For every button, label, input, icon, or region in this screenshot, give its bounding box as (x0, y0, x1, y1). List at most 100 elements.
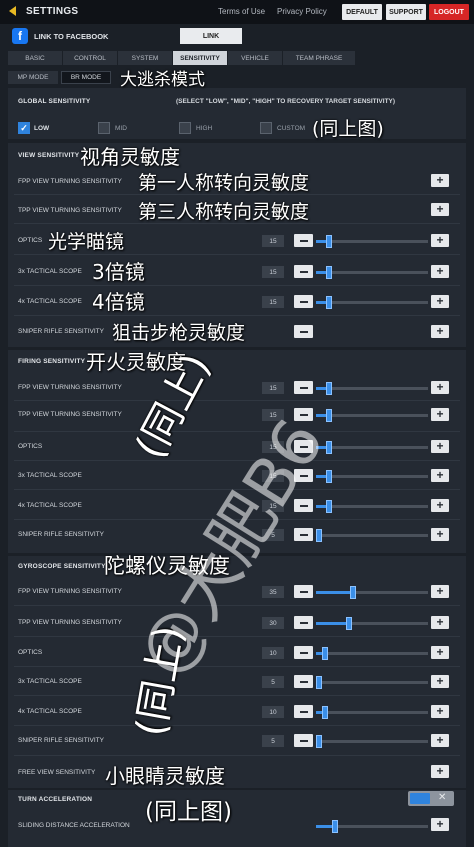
view-sniper-plus-button[interactable]: + (431, 325, 449, 338)
firing-optics-plus-button[interactable]: + (431, 440, 449, 453)
logout-button[interactable]: LOGOUT (429, 4, 469, 20)
settings-tabs: BASIC CONTROL SYSTEM SENSITIVITY VEHICLE… (8, 51, 356, 65)
back-icon[interactable] (8, 5, 20, 17)
free-view-plus-button[interactable]: + (431, 765, 449, 778)
tab-sensitivity[interactable]: SENSITIVITY (173, 51, 227, 65)
firing-3x-label: 3x TACTICAL SCOPE (18, 472, 82, 479)
gyro-fpp-value[interactable]: 35 (262, 586, 284, 598)
gyro-optics-minus-button[interactable] (294, 646, 313, 659)
gyro-3x-plus-button[interactable]: + (431, 675, 449, 688)
gyro-4x-plus-button[interactable]: + (431, 705, 449, 718)
custom-label: CUSTOM (277, 125, 306, 132)
view-4x-slider[interactable] (316, 296, 428, 309)
firing-tpp-plus-button[interactable]: + (431, 408, 449, 421)
row-divider (14, 725, 460, 726)
gyro-optics-value[interactable]: 10 (262, 647, 284, 659)
mid-checkbox[interactable] (98, 122, 110, 134)
low-label: LOW (34, 125, 50, 132)
view-3x-minus-button[interactable] (294, 265, 313, 278)
view-3x-slider[interactable] (316, 266, 428, 279)
gyro-fpp-minus-button[interactable] (294, 585, 313, 598)
tab-vehicle[interactable]: VEHICLE (228, 51, 282, 65)
view-optics-label: OPTICS (18, 237, 43, 244)
view-fpp-plus-button[interactable]: + (431, 174, 449, 187)
annotation-tpp: 第三人称转向灵敏度 (138, 201, 310, 223)
gyro-optics-slider[interactable] (316, 647, 428, 660)
firing-tpp-slider[interactable] (316, 409, 428, 422)
view-optics-value[interactable]: 15 (262, 235, 284, 247)
gyro-tpp-plus-button[interactable]: + (431, 616, 449, 629)
view-optics-slider[interactable] (316, 235, 428, 248)
gyro-fpp-slider[interactable] (316, 586, 428, 599)
view-4x-plus-button[interactable]: + (431, 295, 449, 308)
gyro-4x-label: 4x TACTICAL SCOPE (18, 708, 82, 715)
gyro-sniper-minus-button[interactable] (294, 734, 313, 747)
gyro-sniper-plus-button[interactable]: + (431, 734, 449, 747)
row-divider (14, 755, 460, 756)
annotation-view-sensitivity: 视角灵敏度 (80, 145, 180, 169)
sliding-distance-plus-button[interactable]: + (431, 818, 449, 831)
view-sniper-minus-button[interactable] (294, 325, 313, 338)
toggle-knob (410, 793, 430, 804)
facebook-link-row: f LINK TO FACEBOOK LINK (8, 27, 466, 45)
view-tpp-label: TPP VIEW TURNING SENSITIVITY (18, 207, 122, 214)
high-checkbox[interactable] (179, 122, 191, 134)
view-optics-minus-button[interactable] (294, 234, 313, 247)
gyro-fpp-plus-button[interactable]: + (431, 585, 449, 598)
close-icon: ✕ (438, 792, 447, 803)
view-optics-plus-button[interactable]: + (431, 234, 449, 247)
view-3x-plus-button[interactable]: + (431, 265, 449, 278)
view-4x-value[interactable]: 15 (262, 296, 284, 308)
link-facebook-button[interactable]: LINK (180, 28, 242, 44)
tab-team-phrase[interactable]: TEAM PHRASE (283, 51, 355, 65)
privacy-link[interactable]: Privacy Policy (277, 7, 327, 16)
gyro-tpp-value[interactable]: 30 (262, 617, 284, 629)
gyro-3x-value[interactable]: 5 (262, 676, 284, 688)
gyro-optics-plus-button[interactable]: + (431, 646, 449, 659)
firing-fpp-value[interactable]: 15 (262, 382, 284, 394)
firing-sniper-minus-button[interactable] (294, 528, 313, 541)
firing-4x-slider[interactable] (316, 500, 428, 513)
tab-control[interactable]: CONTROL (63, 51, 117, 65)
gyro-fpp-label: FPP VIEW TURNING SENSITIVITY (18, 588, 122, 595)
default-button[interactable]: DEFAULT (342, 4, 382, 20)
gyro-3x-minus-button[interactable] (294, 675, 313, 688)
gyro-tpp-minus-button[interactable] (294, 616, 313, 629)
br-mode-button[interactable]: BR MODE (61, 71, 111, 84)
gyro-3x-slider[interactable] (316, 676, 428, 689)
gyro-sniper-value[interactable]: 5 (262, 735, 284, 747)
gyro-3x-label: 3x TACTICAL SCOPE (18, 678, 82, 685)
gyro-4x-slider[interactable] (316, 706, 428, 719)
firing-4x-label: 4x TACTICAL SCOPE (18, 502, 82, 509)
low-checkbox[interactable]: ✓ (18, 122, 30, 134)
firing-4x-plus-button[interactable]: + (431, 499, 449, 512)
firing-fpp-slider[interactable] (316, 382, 428, 395)
tab-system[interactable]: SYSTEM (118, 51, 172, 65)
sliding-distance-slider[interactable] (316, 820, 428, 833)
firing-sniper-slider[interactable] (316, 529, 428, 542)
firing-sniper-plus-button[interactable]: + (431, 528, 449, 541)
mp-mode-button[interactable]: MP MODE (8, 71, 58, 84)
gyro-tpp-label: TPP VIEW TURNING SENSITIVITY (18, 619, 122, 626)
view-tpp-plus-button[interactable]: + (431, 203, 449, 216)
gyro-4x-value[interactable]: 10 (262, 706, 284, 718)
firing-3x-plus-button[interactable]: + (431, 469, 449, 482)
firing-fpp-plus-button[interactable]: + (431, 381, 449, 394)
firing-fpp-minus-button[interactable] (294, 381, 313, 394)
row-divider (14, 431, 460, 432)
annotation-4x-scope: 4倍镜 (92, 290, 145, 314)
turn-acceleration-toggle[interactable]: ✕ (408, 791, 454, 806)
gyro-4x-minus-button[interactable] (294, 705, 313, 718)
gyro-tpp-slider[interactable] (316, 617, 428, 630)
view-4x-minus-button[interactable] (294, 295, 313, 308)
terms-link[interactable]: Terms of Use (218, 7, 265, 16)
tab-basic[interactable]: BASIC (8, 51, 62, 65)
top-bar: SETTINGS Terms of Use Privacy Policy DEF… (0, 0, 474, 24)
facebook-icon: f (12, 28, 28, 44)
view-3x-value[interactable]: 15 (262, 266, 284, 278)
custom-checkbox[interactable] (260, 122, 272, 134)
gyro-sniper-slider[interactable] (316, 735, 428, 748)
support-button[interactable]: SUPPORT (386, 4, 426, 20)
firing-tpp-minus-button[interactable] (294, 408, 313, 421)
firing-3x-slider[interactable] (316, 470, 428, 483)
